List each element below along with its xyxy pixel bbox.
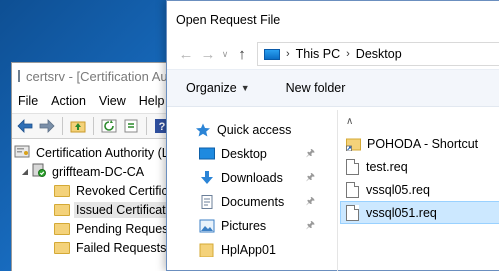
menu-help[interactable]: Help	[139, 94, 165, 108]
breadcrumb-this-pc[interactable]: This PC	[296, 47, 340, 61]
nav-item-documents[interactable]: Documents 🖈	[167, 190, 327, 214]
toolbar-separator	[62, 117, 63, 135]
dialog-title-bar[interactable]: Open Request File	[167, 1, 499, 39]
tree-item-label: Issued Certificates	[74, 201, 181, 218]
tree-item-ca[interactable]: ◢ griffteam-DC-CA	[12, 162, 190, 181]
pin-icon[interactable]: 🖈	[306, 170, 315, 187]
back-arrow-icon[interactable]	[16, 117, 34, 135]
file-name: vssql05.req	[366, 182, 430, 197]
tree-item-label: griffteam-DC-CA	[52, 164, 145, 179]
up-arrow-icon[interactable]: ↑	[231, 46, 253, 63]
tree-item-revoked-certificates[interactable]: Revoked Certificates	[12, 181, 191, 200]
file-item-test-req[interactable]: test.req	[340, 155, 499, 178]
file-icon	[346, 181, 359, 198]
file-name: test.req	[366, 159, 408, 174]
file-name: vssql051.req	[366, 205, 437, 220]
nav-item-pictures[interactable]: Pictures 🖈	[167, 214, 327, 238]
nav-item-hplapp01[interactable]: HplApp01	[167, 238, 327, 262]
breadcrumb-chevron-icon[interactable]: ›	[346, 48, 350, 60]
file-icon	[346, 204, 359, 221]
export-list-icon[interactable]	[122, 117, 140, 135]
nav-item-desktop[interactable]: Desktop 🖈	[167, 142, 327, 166]
open-request-file-dialog[interactable]: Open Request File ← → ∨ ↑ › This PC › De…	[166, 0, 499, 271]
pane-divider[interactable]	[337, 110, 338, 271]
pin-icon[interactable]: 🖈	[306, 194, 315, 211]
folder-icon	[54, 184, 70, 197]
column-collapse-chevron-icon[interactable]: ∧	[340, 110, 499, 132]
organize-button[interactable]: Organize ▼	[186, 81, 250, 95]
nav-item-label: Quick access	[217, 123, 292, 137]
folder-icon	[199, 243, 215, 258]
console-tree: Certification Authority (Local) ◢ grifft…	[12, 139, 196, 257]
menu-action[interactable]: Action	[51, 94, 86, 108]
toolbar-separator	[146, 117, 147, 135]
organize-label: Organize	[186, 81, 237, 95]
this-pc-icon	[264, 48, 280, 60]
address-bar-row: ← → ∨ ↑ › This PC › Desktop	[167, 39, 499, 69]
forward-arrow-icon[interactable]	[38, 117, 56, 135]
nav-item-label: Documents	[221, 195, 285, 209]
pictures-icon	[199, 219, 215, 233]
certsrv-window[interactable]: certsrv - [Certification Authority (Loca…	[11, 62, 196, 271]
refresh-icon[interactable]	[100, 117, 118, 135]
back-arrow-icon[interactable]: ←	[175, 46, 197, 63]
file-list: ∧ POHODA - Shortcut test.req vssql05.req…	[340, 110, 499, 271]
folder-icon	[54, 241, 70, 254]
ca-server-icon	[32, 163, 46, 180]
dialog-title: Open Request File	[176, 13, 281, 27]
svg-text:?: ?	[159, 121, 166, 133]
nav-item-label: Downloads	[221, 171, 283, 185]
nav-item-downloads[interactable]: Downloads 🖈	[167, 166, 327, 190]
file-icon	[346, 158, 359, 175]
toolbar-separator	[93, 117, 94, 135]
nav-item-label: Desktop	[221, 147, 267, 161]
tree-item-failed-requests[interactable]: Failed Requests	[12, 238, 190, 257]
desktop-icon	[199, 147, 215, 161]
nav-item-label: Pictures	[221, 219, 267, 233]
dropdown-caret-icon: ▼	[240, 83, 250, 93]
pin-icon[interactable]: 🖈	[306, 146, 315, 163]
tree-item-label: Failed Requests	[76, 240, 167, 255]
nav-item-quick-access[interactable]: Quick access	[167, 118, 327, 142]
file-item-vssql05-req[interactable]: vssql05.req	[340, 178, 499, 201]
pin-icon[interactable]: 🖈	[306, 218, 315, 235]
address-bar[interactable]: › This PC › Desktop	[257, 42, 499, 66]
documents-icon	[199, 195, 215, 209]
tree-item-issued-certificates[interactable]: Issued Certificates	[12, 200, 190, 219]
menu-view[interactable]: View	[99, 94, 126, 108]
nav-item-label: HplApp01	[221, 243, 276, 257]
certsrv-title-bar[interactable]: certsrv - [Certification Authority (Loca…	[12, 63, 190, 89]
folder-shortcut-icon	[346, 137, 361, 151]
file-item-vssql051-req[interactable]: vssql051.req	[340, 201, 499, 224]
command-bar: Organize ▼ New folder	[167, 69, 499, 107]
forward-arrow-icon[interactable]: →	[197, 46, 219, 63]
navigation-pane: Quick access Desktop 🖈 Downloads 🖈 Docum…	[167, 110, 327, 271]
download-arrow-icon	[199, 171, 215, 185]
breadcrumb-chevron-icon[interactable]: ›	[286, 48, 290, 60]
folder-icon	[54, 203, 70, 216]
file-name: POHODA - Shortcut	[367, 136, 479, 151]
star-icon	[195, 123, 211, 137]
folder-icon	[54, 222, 70, 235]
tree-item-certification-authority[interactable]: Certification Authority (Local)	[12, 143, 196, 162]
mmc-app-icon	[18, 70, 20, 82]
certsrv-menu-bar: File Action View Help	[12, 89, 190, 113]
collapse-chevron-icon[interactable]: ◢	[20, 167, 30, 176]
tree-item-pending-requests[interactable]: Pending Requests	[12, 219, 190, 238]
certificate-authority-icon	[14, 144, 30, 161]
file-item-pohoda-shortcut[interactable]: POHODA - Shortcut	[340, 132, 499, 155]
tree-item-label: Pending Requests	[76, 221, 179, 236]
new-folder-button[interactable]: New folder	[286, 81, 346, 95]
menu-file[interactable]: File	[18, 94, 38, 108]
recent-locations-chevron-icon[interactable]: ∨	[219, 49, 231, 60]
certsrv-toolbar: ?	[12, 113, 190, 139]
up-folder-icon[interactable]	[69, 117, 87, 135]
breadcrumb-desktop[interactable]: Desktop	[356, 47, 402, 61]
